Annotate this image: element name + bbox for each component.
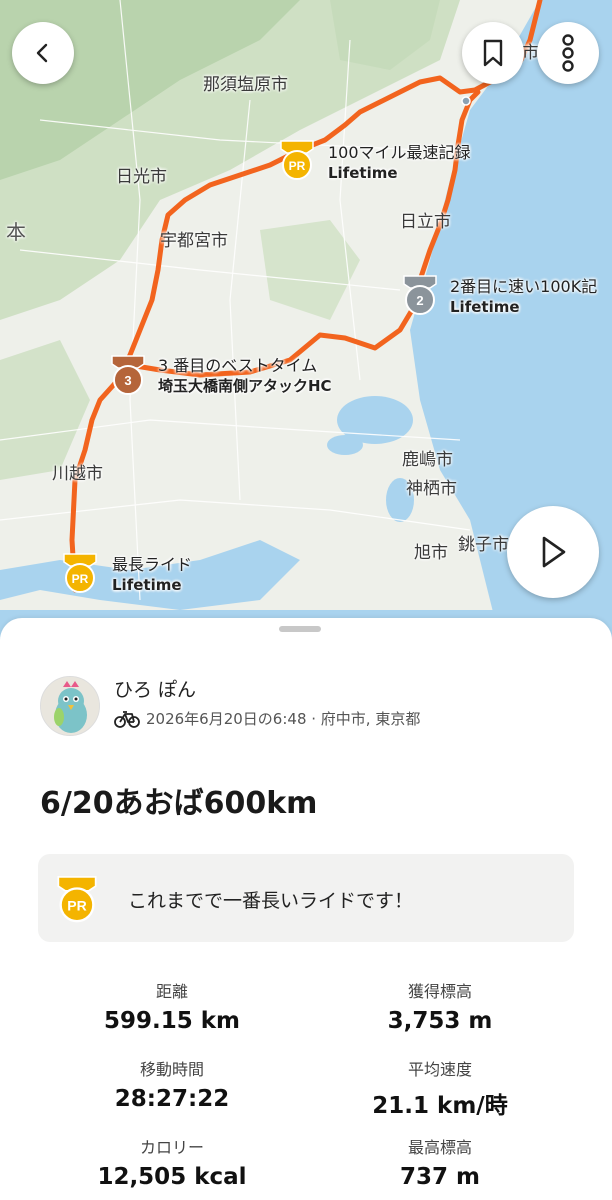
- activity-date-location: 2026年6月20日の6:48 · 府中市, 東京都: [146, 710, 421, 728]
- stat-max-elevation: 最高標高 737 m: [310, 1134, 570, 1190]
- segment-title: 100マイル最速記録: [328, 143, 471, 162]
- stat-value: 12,505 kcal: [97, 1164, 247, 1190]
- stat-label: 移動時間: [139, 1060, 204, 1079]
- stat-value: 28:27:22: [114, 1086, 230, 1112]
- place-label: 本: [6, 220, 26, 244]
- place-label: 銚子市: [458, 535, 509, 555]
- place-label: 日光市: [116, 167, 167, 187]
- segment-title: 2番目に速い100K記: [450, 277, 598, 296]
- stat-moving-time: 移動時間 28:27:22: [42, 1056, 302, 1112]
- pr-badge-icon[interactable]: PR: [279, 139, 315, 181]
- drag-handle[interactable]: [279, 626, 321, 632]
- bookmark-icon: [483, 39, 503, 67]
- segment-label[interactable]: 100マイル最速記録 Lifetime: [328, 142, 471, 184]
- segment-subtitle: Lifetime: [450, 298, 520, 316]
- stat-value: 3,753 m: [387, 1008, 493, 1034]
- bookmark-button[interactable]: [462, 22, 524, 84]
- achievement-text: これまでで一番長いライドです！: [128, 890, 414, 912]
- segment-subtitle: Lifetime: [112, 576, 182, 594]
- more-options-button[interactable]: [537, 22, 599, 84]
- place-label: 旭市: [414, 543, 448, 563]
- more-vertical-icon: [562, 34, 574, 72]
- place-label: 川越市: [52, 464, 103, 484]
- badge-text: 2: [416, 293, 423, 308]
- segment-title: 最長ライド: [112, 555, 193, 574]
- place-label: 日立市: [400, 212, 451, 232]
- segment-label[interactable]: 3 番目のベストタイム 埼玉大橋南側アタックHC: [158, 355, 332, 397]
- stat-value: 21.1 km/時: [372, 1093, 508, 1119]
- bike-icon: [114, 710, 140, 728]
- segment-label[interactable]: 2番目に速い100K記 Lifetime: [450, 276, 597, 318]
- stat-value: 737 m: [400, 1164, 480, 1190]
- segment-label[interactable]: 最長ライド Lifetime: [112, 554, 192, 596]
- segment-title: 3 番目のベストタイム: [158, 356, 318, 375]
- badge-text: PR: [289, 159, 306, 173]
- stat-label: 最高標高: [407, 1138, 472, 1157]
- avatar[interactable]: [40, 676, 100, 736]
- route-map[interactable]: 那須塩原市 日光市 宇都宮市 日立市 川越市 鹿嶋市 神栖市 旭市 銚子市 本 …: [0, 0, 612, 640]
- place-label: 宇都宮市: [160, 231, 228, 251]
- place-label: 神栖市: [406, 479, 457, 499]
- badge-text: PR: [72, 572, 89, 586]
- play-flyover-button[interactable]: [507, 506, 599, 598]
- badge-text: PR: [67, 898, 86, 914]
- second-place-badge-icon[interactable]: 2: [402, 274, 438, 316]
- pr-badge-icon: PR: [57, 875, 97, 923]
- stat-label: 距離: [155, 982, 188, 1001]
- athlete-name[interactable]: ひろ ぽん: [114, 675, 196, 702]
- bird-avatar-icon: [41, 677, 99, 735]
- place-label: 那須塩原市: [203, 75, 288, 95]
- segment-subtitle: 埼玉大橋南側アタックHC: [158, 377, 332, 395]
- place-label: 鹿嶋市: [402, 450, 453, 470]
- pr-badge-icon[interactable]: PR: [62, 552, 98, 594]
- stat-label: 平均速度: [407, 1060, 472, 1079]
- stat-avg-speed: 平均速度 21.1 km/時: [310, 1056, 570, 1120]
- third-place-badge-icon[interactable]: 3: [110, 354, 146, 396]
- back-icon: [36, 43, 48, 63]
- achievement-card[interactable]: PR これまでで一番長いライドです！: [38, 854, 574, 942]
- stat-label: 獲得標高: [407, 982, 472, 1001]
- stat-distance: 距離 599.15 km: [42, 978, 302, 1034]
- activity-title: 6/20あおば600km: [40, 786, 318, 821]
- segment-subtitle: Lifetime: [328, 164, 398, 182]
- activity-meta: 2026年6月20日の6:48 · 府中市, 東京都: [114, 708, 420, 729]
- stat-value: 599.15 km: [103, 1008, 241, 1034]
- badge-text: 3: [124, 373, 131, 388]
- play-icon: [542, 536, 566, 568]
- back-button[interactable]: [12, 22, 74, 84]
- stat-label: カロリー: [139, 1138, 204, 1157]
- stat-calories: カロリー 12,505 kcal: [42, 1134, 302, 1190]
- activity-sheet: ひろ ぽん 2026年6月20日の6:48 · 府中市, 東京都 6/20あおば…: [0, 618, 612, 1200]
- stat-elevation-gain: 獲得標高 3,753 m: [310, 978, 570, 1034]
